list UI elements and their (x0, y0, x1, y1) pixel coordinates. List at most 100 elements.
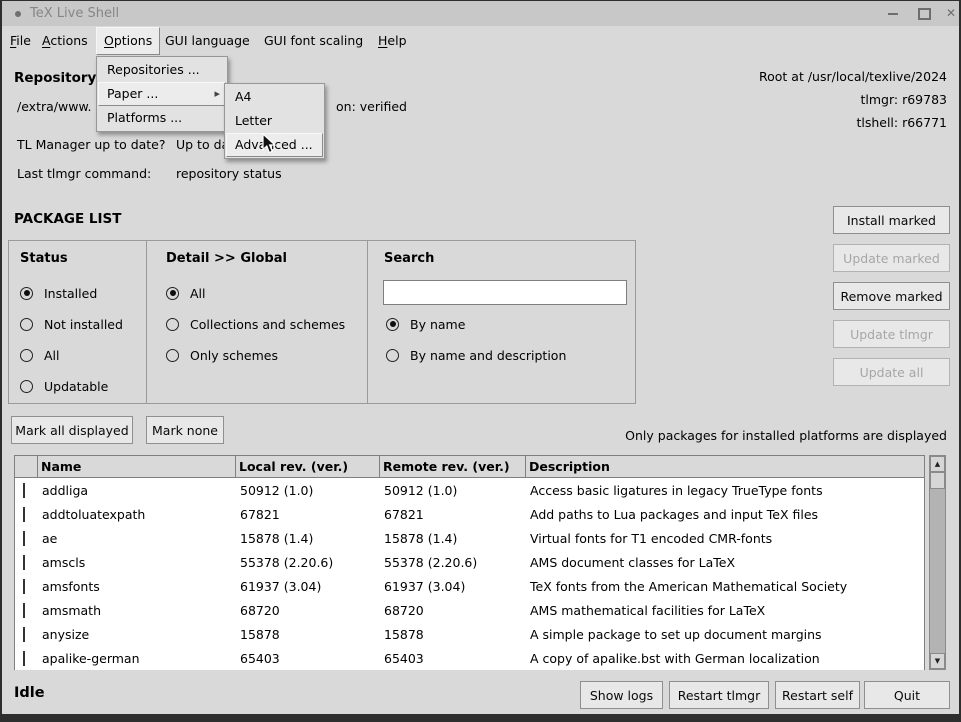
titlebar[interactable]: TeX Live Shell ✕ (2, 1, 959, 26)
mouse-cursor (262, 133, 278, 159)
radio-label: All (44, 348, 60, 363)
scrollbar-thumb[interactable] (930, 472, 945, 489)
header-checkbox-column (15, 456, 38, 478)
app-window: TeX Live Shell ✕ File Actions Options GU… (0, 0, 961, 722)
table-row[interactable]: apalike-german 65403 65403 A copy of apa… (15, 646, 924, 670)
checkbox-unchecked-icon[interactable] (23, 555, 25, 570)
radio-detail-collections[interactable]: Collections and schemes (166, 317, 345, 331)
cell-name: addtoluatexpath (38, 507, 236, 522)
maximize-icon[interactable] (918, 8, 931, 20)
radio-detail-all[interactable]: All (166, 286, 206, 300)
search-input[interactable] (383, 280, 627, 305)
filter-divider-2 (367, 240, 368, 404)
menu-item-repositories[interactable]: Repositories ... (98, 58, 226, 82)
remove-marked-button[interactable]: Remove marked (833, 282, 950, 310)
scroll-down-icon[interactable]: ▼ (930, 653, 945, 669)
restart-self-button[interactable]: Restart self (775, 681, 860, 709)
show-logs-button[interactable]: Show logs (580, 681, 663, 709)
radio-status-not-installed[interactable]: Not installed (20, 317, 123, 331)
table-row[interactable]: addtoluatexpath 67821 67821 Add paths to… (15, 502, 924, 526)
menu-options[interactable]: Options (96, 27, 160, 55)
row-checkbox-cell (15, 651, 38, 666)
row-checkbox-cell (15, 555, 38, 570)
row-checkbox-cell (15, 531, 38, 546)
cell-name: anysize (38, 627, 236, 642)
radio-icon (20, 349, 33, 362)
search-group-label: Search (384, 251, 434, 266)
scroll-up-icon[interactable]: ▲ (930, 456, 945, 472)
checkbox-unchecked-icon[interactable] (23, 651, 25, 666)
cell-description: A copy of apalike.bst with German locali… (526, 651, 924, 666)
table-row[interactable]: amsfonts 61937 (3.04) 61937 (3.04) TeX f… (15, 574, 924, 598)
cell-description: AMS document classes for LaTeX (526, 555, 924, 570)
table-row[interactable]: amsmath 68720 68720 AMS mathematical fac… (15, 598, 924, 622)
mark-all-displayed-button[interactable]: Mark all displayed (11, 416, 133, 444)
menu-help[interactable]: Help (374, 26, 411, 55)
cell-local: 61937 (3.04) (236, 579, 380, 594)
cell-remote: 15878 (1.4) (380, 531, 526, 546)
cell-remote: 61937 (3.04) (380, 579, 526, 594)
radio-search-by-name-description[interactable]: By name and description (386, 348, 566, 362)
row-checkbox-cell (15, 483, 38, 498)
cell-description: Add paths to Lua packages and input TeX … (526, 507, 924, 522)
repository-verification: on: verified (336, 99, 407, 114)
radio-label: Only schemes (190, 348, 278, 363)
row-checkbox-cell (15, 507, 38, 522)
checkbox-unchecked-icon[interactable] (23, 603, 25, 618)
menu-item-a4[interactable]: A4 (226, 85, 323, 109)
menu-file[interactable]: File (6, 26, 35, 55)
radio-label: By name (410, 317, 465, 332)
update-all-button: Update all (833, 358, 950, 386)
status-group-label: Status (20, 251, 68, 266)
cell-local: 55378 (2.20.6) (236, 555, 380, 570)
menu-item-letter[interactable]: Letter (226, 109, 323, 133)
radio-search-by-name[interactable]: By name (386, 317, 465, 331)
cell-remote: 55378 (2.20.6) (380, 555, 526, 570)
checkbox-unchecked-icon[interactable] (23, 627, 25, 642)
radio-label: Not installed (44, 317, 123, 332)
menu-item-platforms[interactable]: Platforms ... (98, 106, 226, 130)
table-row[interactable]: anysize 15878 15878 A simple package to … (15, 622, 924, 646)
radio-icon (20, 380, 33, 393)
radio-icon (20, 318, 33, 331)
quit-button[interactable]: Quit (864, 681, 950, 709)
minimize-icon[interactable] (888, 13, 898, 15)
menu-gui-language[interactable]: GUI language (161, 26, 254, 55)
options-dropdown-menu: Repositories ... Paper ... ▸ Platforms .… (96, 56, 228, 132)
checkbox-unchecked-icon[interactable] (23, 507, 25, 522)
window-menu-icon[interactable] (15, 11, 21, 17)
mark-none-button[interactable]: Mark none (146, 416, 224, 444)
cell-name: apalike-german (38, 651, 236, 666)
detail-group-label: Detail >> Global (166, 251, 287, 266)
radio-status-installed[interactable]: Installed (20, 286, 97, 300)
menubar: File Actions Options GUI language GUI fo… (2, 26, 959, 55)
table-row[interactable]: amscls 55378 (2.20.6) 55378 (2.20.6) AMS… (15, 550, 924, 574)
filter-divider-1 (146, 240, 147, 404)
radio-label: Updatable (44, 379, 108, 394)
row-checkbox-cell (15, 627, 38, 642)
cell-name: amsfonts (38, 579, 236, 594)
restart-tlmgr-button[interactable]: Restart tlmgr (669, 681, 769, 709)
cell-local: 67821 (236, 507, 380, 522)
checkbox-unchecked-icon[interactable] (23, 483, 25, 498)
radio-selected-icon (386, 318, 399, 331)
radio-status-updatable[interactable]: Updatable (20, 379, 108, 393)
install-marked-button[interactable]: Install marked (833, 206, 950, 234)
menu-item-paper[interactable]: Paper ... ▸ (98, 82, 226, 106)
table-row[interactable]: addliga 50912 (1.0) 50912 (1.0) Access b… (15, 478, 924, 502)
table-row[interactable]: ae 15878 (1.4) 15878 (1.4) Virtual fonts… (15, 526, 924, 550)
table-scrollbar[interactable]: ▲ ▼ (929, 455, 946, 670)
menu-gui-font-scaling[interactable]: GUI font scaling (260, 26, 367, 55)
header-local-rev: Local rev. (ver.) (236, 456, 380, 478)
menu-actions[interactable]: Actions (38, 26, 92, 55)
checkbox-unchecked-icon[interactable] (23, 531, 25, 546)
radio-label: Collections and schemes (190, 317, 345, 332)
checkbox-unchecked-icon[interactable] (23, 579, 25, 594)
radio-detail-only-schemes[interactable]: Only schemes (166, 348, 278, 362)
tlmgr-version: tlmgr: r69783 (861, 92, 948, 107)
last-command-value: repository status (176, 166, 282, 181)
radio-status-all[interactable]: All (20, 348, 60, 362)
package-table: Name Local rev. (ver.) Remote rev. (ver.… (14, 455, 925, 670)
close-icon[interactable]: ✕ (943, 5, 959, 21)
tl-manager-label: TL Manager up to date? (17, 137, 166, 152)
